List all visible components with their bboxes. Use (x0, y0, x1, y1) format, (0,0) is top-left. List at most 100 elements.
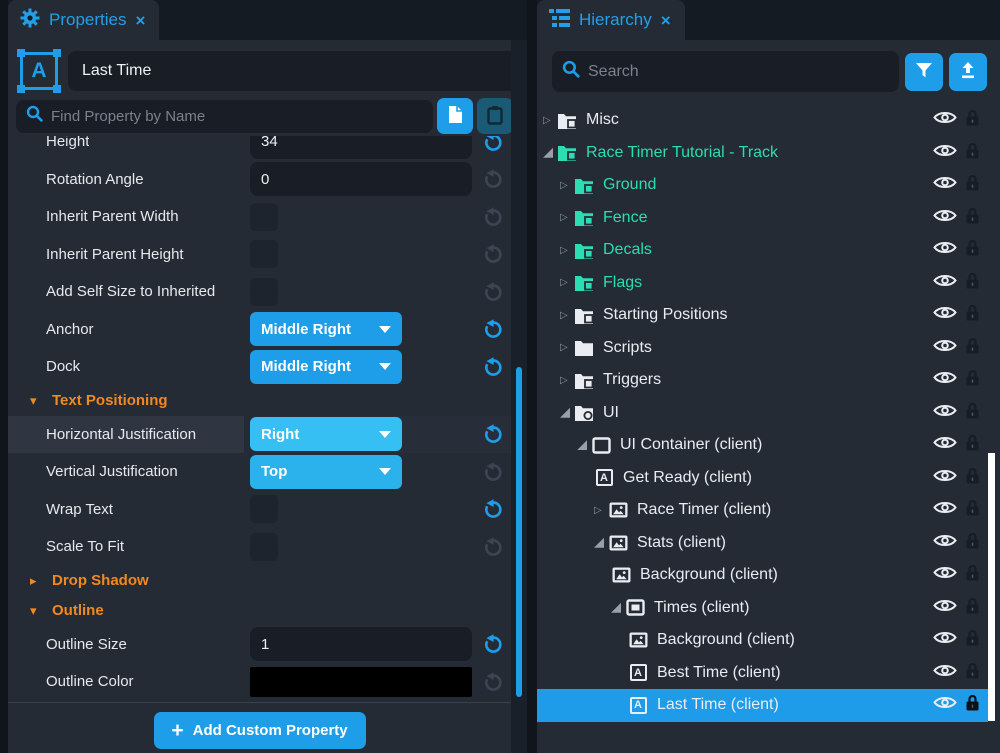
visibility-eye-icon[interactable] (933, 110, 957, 130)
property-search-input[interactable]: Find Property by Name (16, 100, 433, 133)
tree-item[interactable]: Times (client) (537, 592, 988, 625)
lock-icon[interactable] (966, 402, 979, 424)
copy-properties-button[interactable] (437, 98, 473, 134)
visibility-eye-icon[interactable] (933, 630, 957, 650)
collapse-arrow-icon[interactable] (560, 408, 570, 418)
tree-item[interactable]: ▷Triggers (537, 364, 988, 397)
property-checkbox[interactable] (250, 240, 278, 268)
collapse-arrow-icon[interactable] (543, 148, 553, 158)
expand-arrow-icon[interactable]: ▷ (543, 115, 557, 126)
expand-arrow-icon[interactable]: ▷ (560, 342, 574, 353)
visibility-eye-icon[interactable] (933, 435, 957, 455)
expand-arrow-icon[interactable]: ▷ (594, 505, 608, 516)
visibility-eye-icon[interactable] (933, 500, 957, 520)
lock-icon[interactable] (966, 694, 979, 716)
tree-item[interactable]: ▷Race Timer (client) (537, 494, 988, 527)
visibility-eye-icon[interactable] (933, 175, 957, 195)
expand-arrow-icon[interactable]: ▷ (560, 180, 574, 191)
lock-icon[interactable] (966, 597, 979, 619)
visibility-eye-icon[interactable] (933, 565, 957, 585)
lock-icon[interactable] (966, 239, 979, 261)
visibility-eye-icon[interactable] (933, 370, 957, 390)
expand-arrow-icon[interactable]: ▷ (560, 277, 574, 288)
visibility-eye-icon[interactable] (933, 305, 957, 325)
properties-scrollbar-thumb[interactable] (516, 367, 522, 697)
lock-icon[interactable] (966, 467, 979, 489)
tree-item[interactable]: Stats (client) (537, 527, 988, 560)
collapse-arrow-icon[interactable] (611, 603, 621, 613)
filter-button[interactable] (905, 53, 943, 91)
expand-arrow-icon[interactable]: ▷ (560, 310, 574, 321)
property-dropdown[interactable]: Top (250, 455, 402, 489)
tree-item[interactable]: ▷Scripts (537, 332, 988, 365)
lock-icon[interactable] (966, 109, 979, 131)
tree-item[interactable]: Background (client) (537, 559, 988, 592)
property-checkbox[interactable] (250, 203, 278, 231)
lock-icon[interactable] (966, 434, 979, 456)
upload-button[interactable] (949, 53, 987, 91)
tree-item[interactable]: ALast Time (client) (537, 689, 988, 722)
expand-arrow-icon[interactable]: ▷ (560, 375, 574, 386)
property-checkbox[interactable] (250, 278, 278, 306)
property-dropdown[interactable]: Middle Right (250, 350, 402, 384)
lock-icon[interactable] (966, 499, 979, 521)
expand-arrow-icon[interactable]: ▷ (560, 212, 574, 223)
add-custom-property-button[interactable]: + Add Custom Property (154, 712, 366, 749)
lock-icon[interactable] (966, 304, 979, 326)
tree-item[interactable]: ▷Ground (537, 169, 988, 202)
lock-icon[interactable] (966, 174, 979, 196)
tree-item[interactable]: Race Timer Tutorial - Track (537, 137, 988, 170)
visibility-eye-icon[interactable] (933, 695, 957, 715)
visibility-eye-icon[interactable] (933, 143, 957, 163)
tree-item[interactable]: ▷Fence (537, 202, 988, 235)
tree-item[interactable]: UI Container (client) (537, 429, 988, 462)
visibility-eye-icon[interactable] (933, 403, 957, 423)
reset-property-icon[interactable] (483, 357, 503, 377)
visibility-eye-icon[interactable] (933, 208, 957, 228)
property-dropdown[interactable]: Middle Right (250, 312, 402, 346)
lock-icon[interactable] (966, 142, 979, 164)
tree-item[interactable]: ▷Misc (537, 104, 988, 137)
collapse-arrow-icon[interactable] (594, 538, 604, 548)
reset-property-icon[interactable] (483, 424, 503, 444)
tab-properties[interactable]: Properties × (8, 0, 159, 40)
property-checkbox[interactable] (250, 495, 278, 523)
lock-icon[interactable] (966, 532, 979, 554)
property-checkbox[interactable] (250, 533, 278, 561)
reset-property-icon[interactable] (483, 319, 503, 339)
property-section-expanded[interactable]: ▾Text Positioning (8, 386, 511, 416)
visibility-eye-icon[interactable] (933, 598, 957, 618)
visibility-eye-icon[interactable] (933, 240, 957, 260)
tree-item[interactable]: Background (client) (537, 624, 988, 657)
reset-property-icon[interactable] (483, 136, 503, 152)
lock-icon[interactable] (966, 564, 979, 586)
property-section-expanded[interactable]: ▾Outline (8, 596, 511, 626)
reset-property-icon[interactable] (483, 499, 503, 519)
paste-properties-button[interactable] (477, 98, 513, 134)
visibility-eye-icon[interactable] (933, 533, 957, 553)
tree-item[interactable]: ▷Starting Positions (537, 299, 988, 332)
property-text-input[interactable]: 1 (250, 627, 472, 661)
collapse-arrow-icon[interactable] (577, 440, 587, 450)
property-section-collapsed[interactable]: ▸Drop Shadow (8, 566, 511, 596)
lock-icon[interactable] (966, 207, 979, 229)
visibility-eye-icon[interactable] (933, 468, 957, 488)
tree-item[interactable]: ▷Decals (537, 234, 988, 267)
reset-property-icon[interactable] (483, 634, 503, 654)
tree-item[interactable]: AGet Ready (client) (537, 462, 988, 495)
tree-item[interactable]: UI (537, 397, 988, 430)
visibility-eye-icon[interactable] (933, 663, 957, 683)
property-dropdown[interactable]: Right (250, 417, 402, 451)
visibility-eye-icon[interactable] (933, 338, 957, 358)
tab-hierarchy[interactable]: Hierarchy × (537, 0, 685, 40)
property-text-input[interactable]: 0 (250, 162, 472, 196)
expand-arrow-icon[interactable]: ▷ (560, 245, 574, 256)
lock-icon[interactable] (966, 369, 979, 391)
lock-icon[interactable] (966, 337, 979, 359)
tree-item[interactable]: ▷Flags (537, 267, 988, 300)
lock-icon[interactable] (966, 662, 979, 684)
entity-name-field[interactable]: Last Time (68, 51, 518, 91)
visibility-eye-icon[interactable] (933, 273, 957, 293)
close-icon[interactable]: × (135, 12, 145, 29)
properties-scroll-area[interactable]: Height34Rotation Angle0Inherit Parent Wi… (8, 136, 527, 702)
